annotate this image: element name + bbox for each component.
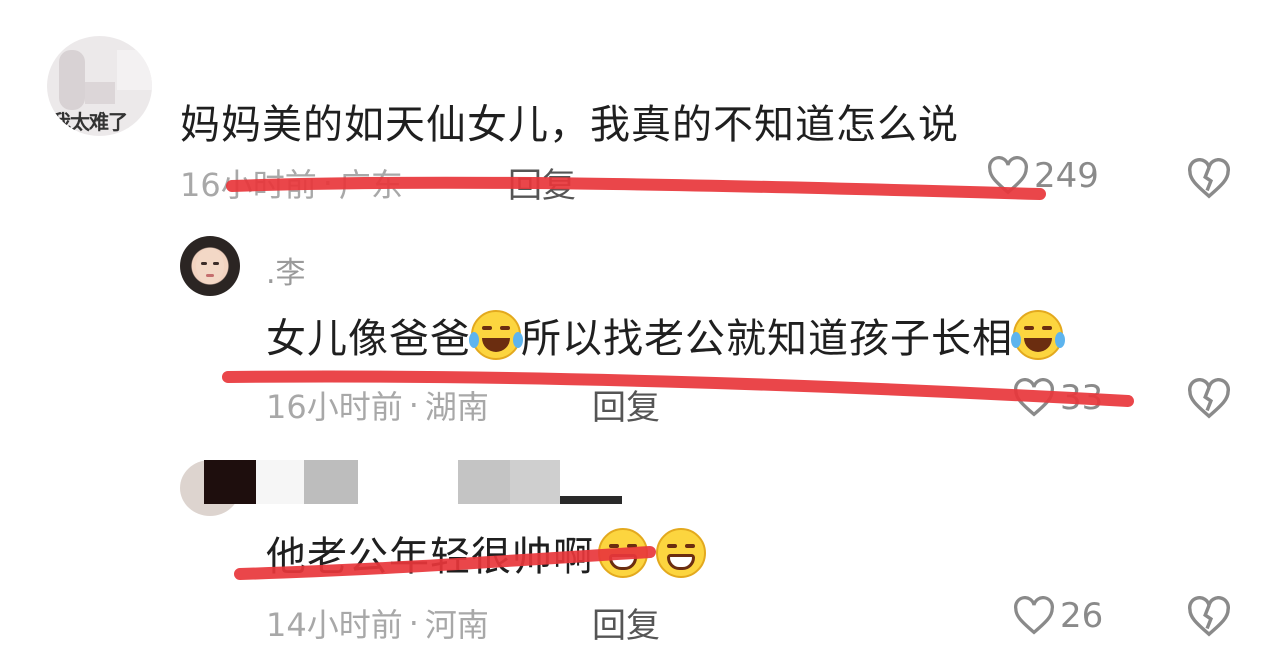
reply-label: 回复: [592, 606, 660, 646]
comment-time: 16小时前: [266, 388, 403, 426]
like-button-2[interactable]: 33: [1012, 378, 1103, 418]
tears-of-joy-emoji: [1011, 310, 1065, 360]
censor-block: [510, 460, 560, 504]
tears-of-joy-emoji: [469, 310, 523, 360]
commenter-username-2[interactable]: .李: [266, 248, 306, 292]
avatar-photo-detail: [117, 50, 152, 90]
heart-outline-icon: [1014, 378, 1054, 417]
reply-button-2[interactable]: 回复: [592, 380, 660, 429]
avatar-detail: [213, 262, 219, 265]
comment-text-1: 妈妈美的如天仙女儿，我真的不知道怎么说: [180, 102, 959, 148]
heart-outline-icon: [988, 156, 1028, 195]
censor-block: [304, 460, 358, 504]
avatar-photo-detail: [85, 82, 115, 104]
broken-heart-icon[interactable]: [1186, 378, 1232, 420]
comment-time: 16小时前: [180, 166, 317, 204]
comment-meta-1: 16小时前 · 广东: [180, 160, 403, 206]
comment-location: 湖南: [424, 388, 489, 426]
like-button-3[interactable]: 26: [1012, 596, 1103, 636]
broken-heart-icon[interactable]: [1186, 596, 1232, 638]
comment-location: 河南: [424, 606, 489, 644]
censor-block: [358, 460, 458, 504]
broken-heart-icon[interactable]: [1186, 158, 1232, 200]
avatar-detail: [201, 262, 207, 265]
like-count: 249: [1034, 156, 1099, 196]
meta-separator: ·: [408, 386, 419, 424]
grinning-emoji: [598, 528, 648, 578]
like-count: 26: [1060, 596, 1104, 636]
commenter-avatar-1[interactable]: 我太难了: [47, 36, 152, 136]
reply-button-3[interactable]: 回复: [592, 598, 660, 647]
avatar-face: [196, 248, 224, 284]
like-count: 33: [1060, 378, 1104, 418]
comment-text-part: 他老公年轻很帅啊: [266, 534, 594, 580]
reply-button-1[interactable]: 回复: [508, 158, 576, 207]
censor-block: [560, 496, 622, 504]
reply-label: 回复: [592, 388, 660, 428]
grinning-emoji: [656, 528, 706, 578]
heart-outline-icon: [1014, 596, 1054, 635]
comment-text-3: 他老公年轻很帅啊: [266, 524, 706, 582]
comment-time: 14小时前: [266, 606, 403, 644]
reply-label: 回复: [508, 166, 576, 206]
comment-text-part: 女儿像爸爸: [266, 316, 471, 362]
avatar-detail: [206, 274, 214, 277]
censor-block: [204, 460, 256, 504]
avatar-photo-detail: [59, 50, 85, 110]
comment-location: 广东: [338, 166, 403, 204]
like-button-1[interactable]: 249: [986, 156, 1099, 196]
avatar-caption: 我太难了: [51, 110, 128, 134]
meta-separator: ·: [408, 604, 419, 642]
comment-meta-3: 14小时前 · 河南: [266, 600, 489, 646]
censor-block: [458, 460, 510, 504]
comment-text-2: 女儿像爸爸 所以找老公就知道孩子长相: [266, 306, 1065, 364]
commenter-avatar-2[interactable]: [180, 236, 240, 296]
censor-block: [256, 460, 304, 504]
meta-separator: ·: [322, 164, 333, 202]
comment-meta-2: 16小时前 · 湖南: [266, 382, 489, 428]
comment-text-part: 所以找老公就知道孩子长相: [521, 316, 1013, 362]
